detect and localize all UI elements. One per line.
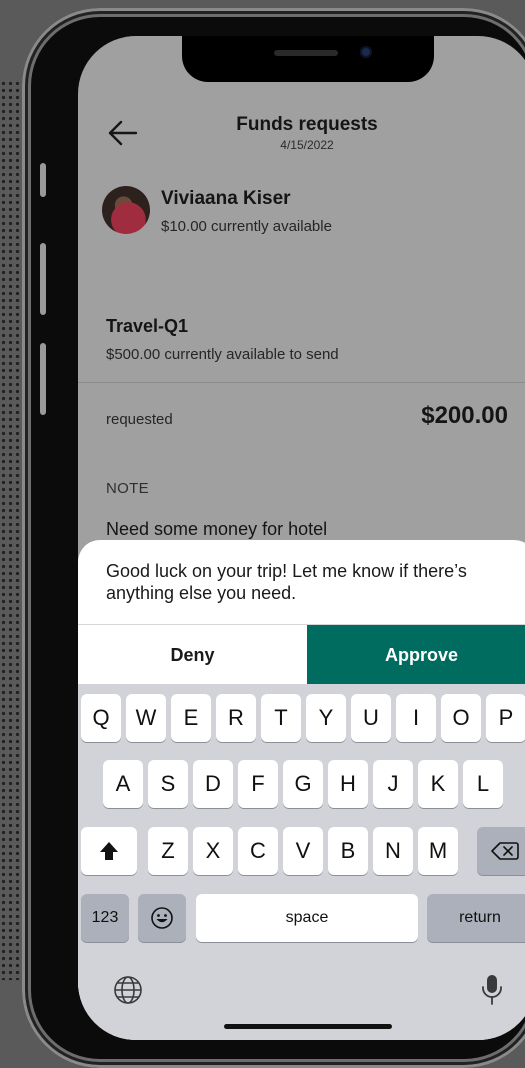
page-date: 4/15/2022	[280, 138, 334, 152]
volume-up-button	[40, 243, 46, 315]
key-w[interactable]: W	[126, 694, 166, 742]
deny-button[interactable]: Deny	[78, 625, 307, 685]
note-label: NOTE	[106, 480, 149, 497]
reply-input[interactable]: Good luck on your trip! Let me know if t…	[106, 560, 506, 604]
note-text: Need some money for hotel	[106, 519, 328, 539]
key-l[interactable]: L	[463, 760, 503, 808]
key-q[interactable]: Q	[81, 694, 121, 742]
key-v[interactable]: V	[283, 827, 323, 875]
key-n[interactable]: N	[373, 827, 413, 875]
key-k[interactable]: K	[418, 760, 458, 808]
approve-button[interactable]: Approve	[307, 625, 525, 685]
shift-icon	[100, 842, 118, 860]
key-d[interactable]: D	[193, 760, 233, 808]
key-f[interactable]: F	[238, 760, 278, 808]
page-title: Funds requests	[236, 114, 378, 135]
home-indicator[interactable]	[224, 1024, 392, 1029]
phone-frame: Funds requests 4/15/2022 Viviaana Kiser …	[22, 8, 525, 1068]
requester-available: $10.00 currently available	[161, 218, 332, 235]
globe-icon[interactable]	[108, 970, 148, 1010]
key-p[interactable]: P	[486, 694, 525, 742]
key-g[interactable]: G	[283, 760, 323, 808]
emoji-key[interactable]	[138, 894, 186, 942]
key-a[interactable]: A	[103, 760, 143, 808]
key-u[interactable]: U	[351, 694, 391, 742]
numbers-key[interactable]: 123	[81, 894, 129, 942]
emoji-icon	[151, 907, 173, 929]
key-j[interactable]: J	[373, 760, 413, 808]
card-title: Travel-Q1	[106, 316, 189, 336]
volume-down-button	[40, 343, 46, 415]
key-h[interactable]: H	[328, 760, 368, 808]
requested-amount: $200.00	[421, 402, 508, 429]
avatar	[102, 186, 150, 234]
keyboard: Q W E R T Y U I O P A S D F G H J K L Z …	[78, 684, 525, 1040]
speaker	[274, 50, 338, 56]
requested-label: requested	[106, 411, 173, 428]
phone-screen: Funds requests 4/15/2022 Viviaana Kiser …	[78, 36, 525, 1040]
space-key[interactable]: space	[196, 894, 418, 942]
return-key[interactable]: return	[427, 894, 525, 942]
microphone-icon[interactable]	[472, 970, 512, 1010]
key-m[interactable]: M	[418, 827, 458, 875]
notch	[182, 36, 434, 82]
key-y[interactable]: Y	[306, 694, 346, 742]
key-z[interactable]: Z	[148, 827, 188, 875]
front-camera	[360, 46, 372, 58]
backspace-key[interactable]	[477, 827, 525, 875]
section-divider	[78, 382, 525, 383]
card-available: $500.00 currently available to send	[106, 346, 339, 363]
key-t[interactable]: T	[261, 694, 301, 742]
backspace-icon	[491, 842, 519, 860]
key-e[interactable]: E	[171, 694, 211, 742]
mute-switch	[40, 163, 46, 197]
key-x[interactable]: X	[193, 827, 233, 875]
requester-name: Viviaana Kiser	[161, 188, 291, 209]
key-b[interactable]: B	[328, 827, 368, 875]
key-c[interactable]: C	[238, 827, 278, 875]
key-i[interactable]: I	[396, 694, 436, 742]
key-r[interactable]: R	[216, 694, 256, 742]
shift-key[interactable]	[81, 827, 137, 875]
key-s[interactable]: S	[148, 760, 188, 808]
key-o[interactable]: O	[441, 694, 481, 742]
